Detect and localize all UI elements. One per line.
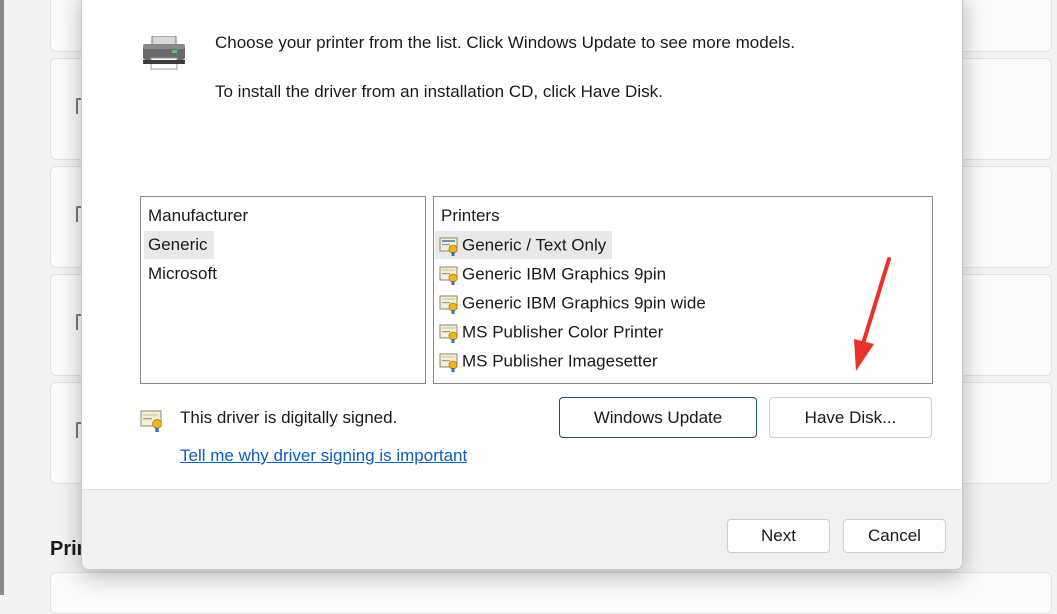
printer-item-generic-ibm-9pin-wide[interactable]: Generic IBM Graphics 9pin wide: [435, 289, 712, 317]
certificate-icon: [439, 237, 458, 256]
printer-item-ms-publisher-color[interactable]: MS Publisher Color Printer: [435, 318, 669, 346]
dialog-footer: [82, 489, 962, 569]
have-disk-button[interactable]: Have Disk...: [769, 397, 932, 438]
printer-item-label: Generic IBM Graphics 9pin wide: [462, 293, 706, 313]
window-left-edge: [0, 0, 4, 595]
printer-icon: [143, 36, 185, 70]
windows-update-button[interactable]: Windows Update: [559, 397, 757, 438]
manufacturer-item-generic[interactable]: Generic: [144, 231, 214, 259]
certificate-icon: [439, 353, 458, 372]
manufacturer-item-microsoft[interactable]: Microsoft: [144, 260, 223, 288]
printer-item-label: Generic / Text Only: [462, 235, 607, 255]
printers-list-header: Printers: [441, 206, 500, 225]
printer-item-generic-text-only[interactable]: Generic / Text Only: [435, 231, 613, 259]
certificate-icon: [439, 266, 458, 285]
driver-signed-text: This driver is digitally signed.: [180, 408, 398, 427]
printer-item-ms-publisher-imagesetter[interactable]: MS Publisher Imagesetter: [435, 347, 664, 375]
printer-item-generic-ibm-9pin[interactable]: Generic IBM Graphics 9pin: [435, 260, 672, 288]
settings-card[interactable]: [50, 572, 1052, 614]
intro-text-models: Choose your printer from the list. Click…: [215, 33, 796, 52]
next-button[interactable]: Next: [727, 519, 830, 553]
manufacturer-list-header: Manufacturer: [148, 206, 249, 225]
driver-signing-link[interactable]: Tell me why driver signing is important: [180, 446, 467, 466]
printer-item-label: MS Publisher Imagesetter: [462, 351, 658, 371]
intro-text-have-disk: To install the driver from an installati…: [215, 82, 663, 101]
certificate-icon: [140, 410, 162, 432]
printer-item-label: Generic IBM Graphics 9pin: [462, 264, 667, 284]
cancel-button[interactable]: Cancel: [843, 519, 946, 553]
certificate-icon: [439, 324, 458, 343]
manufacturer-listbox[interactable]: Manufacturer Generic Microsoft: [140, 196, 426, 384]
add-printer-driver-dialog: Choose your printer from the list. Click…: [81, 0, 963, 570]
red-arrow-icon: [854, 257, 891, 371]
certificate-icon: [439, 295, 458, 314]
printer-item-label: MS Publisher Color Printer: [462, 322, 664, 342]
